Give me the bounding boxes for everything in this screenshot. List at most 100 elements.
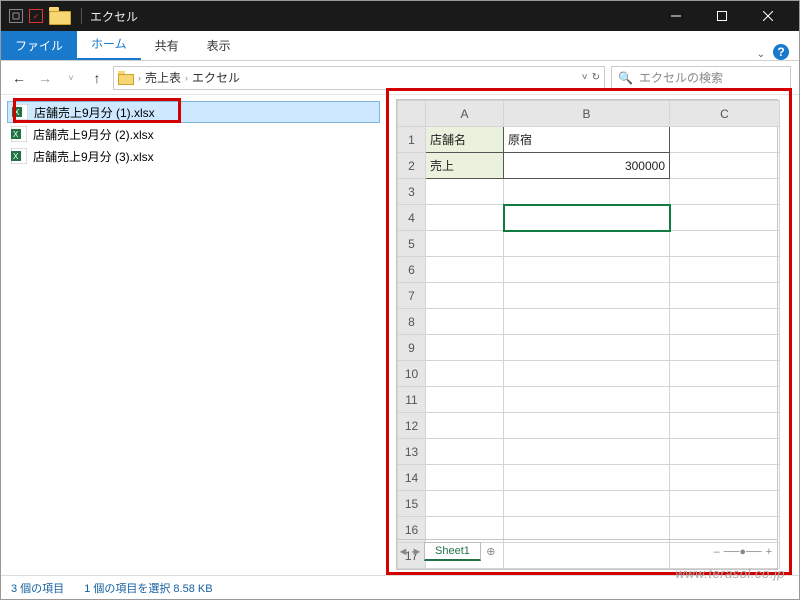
row-header[interactable]: 8 xyxy=(398,309,426,335)
cell[interactable] xyxy=(670,413,780,439)
zoom-in-icon[interactable]: + xyxy=(766,546,772,558)
cell[interactable] xyxy=(504,387,670,413)
nav-forward-button[interactable]: → xyxy=(35,68,55,88)
row-header[interactable]: 12 xyxy=(398,413,426,439)
zoom-out-icon[interactable]: – xyxy=(714,546,720,558)
nav-back-button[interactable]: ← xyxy=(9,68,29,88)
row-header[interactable]: 10 xyxy=(398,361,426,387)
cell[interactable] xyxy=(426,231,504,257)
cell[interactable] xyxy=(670,335,780,361)
help-button[interactable]: ? xyxy=(773,44,789,60)
column-header[interactable]: A xyxy=(426,101,504,127)
minimize-button[interactable] xyxy=(653,1,699,31)
cell[interactable] xyxy=(670,231,780,257)
cell[interactable] xyxy=(426,257,504,283)
file-item[interactable]: X 店舗売上9月分 (1).xlsx xyxy=(7,101,380,123)
cell[interactable] xyxy=(504,309,670,335)
cell[interactable] xyxy=(426,465,504,491)
status-item-count: 3 個の項目 xyxy=(11,580,64,596)
tab-file[interactable]: ファイル xyxy=(1,31,77,60)
cell[interactable] xyxy=(504,179,670,205)
cell[interactable] xyxy=(426,309,504,335)
cell[interactable] xyxy=(504,491,670,517)
sheet-tab[interactable]: Sheet1 xyxy=(424,542,481,561)
cell[interactable] xyxy=(670,465,780,491)
select-all-corner[interactable] xyxy=(398,101,426,127)
sheet-nav-prev-icon[interactable]: ◄ xyxy=(396,546,410,558)
address-dropdown-icon[interactable]: ˅ xyxy=(582,72,588,83)
row-header[interactable]: 14 xyxy=(398,465,426,491)
row-header[interactable]: 9 xyxy=(398,335,426,361)
chevron-right-icon[interactable]: › xyxy=(185,73,188,83)
row-header[interactable]: 3 xyxy=(398,179,426,205)
qat-pin-icon[interactable] xyxy=(9,9,23,23)
chevron-right-icon[interactable]: › xyxy=(138,73,141,83)
cell[interactable] xyxy=(670,257,780,283)
cell[interactable] xyxy=(670,439,780,465)
file-item[interactable]: X 店舗売上9月分 (2).xlsx xyxy=(7,123,380,145)
refresh-button[interactable]: ↻ xyxy=(592,72,600,83)
row-header[interactable]: 4 xyxy=(398,205,426,231)
cell[interactable] xyxy=(426,387,504,413)
cell[interactable] xyxy=(504,257,670,283)
address-bar[interactable]: › 売上表 › エクセル ˅ ↻ xyxy=(113,66,605,90)
breadcrumb[interactable]: 売上表 xyxy=(145,69,181,86)
nav-recent-chevron-icon[interactable]: ˅ xyxy=(61,68,81,88)
cell[interactable]: 店舗名 xyxy=(426,127,504,153)
row-header[interactable]: 2 xyxy=(398,153,426,179)
cell[interactable] xyxy=(504,231,670,257)
sheet-nav-next-icon[interactable]: ► xyxy=(410,546,424,558)
row-header[interactable]: 5 xyxy=(398,231,426,257)
cell[interactable] xyxy=(426,335,504,361)
new-sheet-button[interactable]: ⊕ xyxy=(481,545,501,558)
cell[interactable] xyxy=(426,361,504,387)
cell[interactable] xyxy=(504,413,670,439)
close-button[interactable] xyxy=(745,1,791,31)
cell[interactable] xyxy=(426,491,504,517)
tab-view[interactable]: 表示 xyxy=(193,31,245,60)
cell[interactable] xyxy=(670,205,780,231)
cell[interactable] xyxy=(670,127,780,153)
cell[interactable] xyxy=(670,387,780,413)
tab-home[interactable]: ホーム xyxy=(77,29,141,60)
cell[interactable] xyxy=(426,283,504,309)
cell[interactable] xyxy=(670,361,780,387)
active-cell[interactable] xyxy=(504,205,670,231)
ribbon-expand-chevron-icon[interactable]: ⌄ xyxy=(757,49,765,60)
row-header[interactable]: 7 xyxy=(398,283,426,309)
cell[interactable] xyxy=(504,439,670,465)
qat-properties-icon[interactable]: ✓ xyxy=(29,9,43,23)
cell[interactable] xyxy=(504,335,670,361)
cell[interactable]: 300000 xyxy=(504,153,670,179)
search-box[interactable]: 🔍 エクセルの検索 xyxy=(611,66,791,90)
nav-up-button[interactable]: ↑ xyxy=(87,68,107,88)
column-header[interactable]: B xyxy=(504,101,670,127)
cell[interactable] xyxy=(670,153,780,179)
cell[interactable] xyxy=(426,413,504,439)
cell[interactable]: 売上 xyxy=(426,153,504,179)
cell[interactable] xyxy=(670,283,780,309)
svg-text:X: X xyxy=(13,130,19,139)
column-header[interactable]: C xyxy=(670,101,780,127)
cell[interactable] xyxy=(426,179,504,205)
row-header[interactable]: 13 xyxy=(398,439,426,465)
cell[interactable]: 原宿 xyxy=(504,127,670,153)
cell[interactable] xyxy=(504,465,670,491)
maximize-button[interactable] xyxy=(699,1,745,31)
excel-file-icon: X xyxy=(11,148,27,164)
row-header[interactable]: 6 xyxy=(398,257,426,283)
cell[interactable] xyxy=(670,309,780,335)
cell[interactable] xyxy=(670,491,780,517)
cell[interactable] xyxy=(504,283,670,309)
breadcrumb[interactable]: エクセル xyxy=(192,69,240,86)
zoom-slider[interactable]: ──●── xyxy=(724,546,762,558)
cell[interactable] xyxy=(426,205,504,231)
row-header[interactable]: 15 xyxy=(398,491,426,517)
row-header[interactable]: 1 xyxy=(398,127,426,153)
cell[interactable] xyxy=(426,439,504,465)
file-item[interactable]: X 店舗売上9月分 (3).xlsx xyxy=(7,145,380,167)
tab-share[interactable]: 共有 xyxy=(141,31,193,60)
cell[interactable] xyxy=(504,361,670,387)
cell[interactable] xyxy=(670,179,780,205)
row-header[interactable]: 11 xyxy=(398,387,426,413)
